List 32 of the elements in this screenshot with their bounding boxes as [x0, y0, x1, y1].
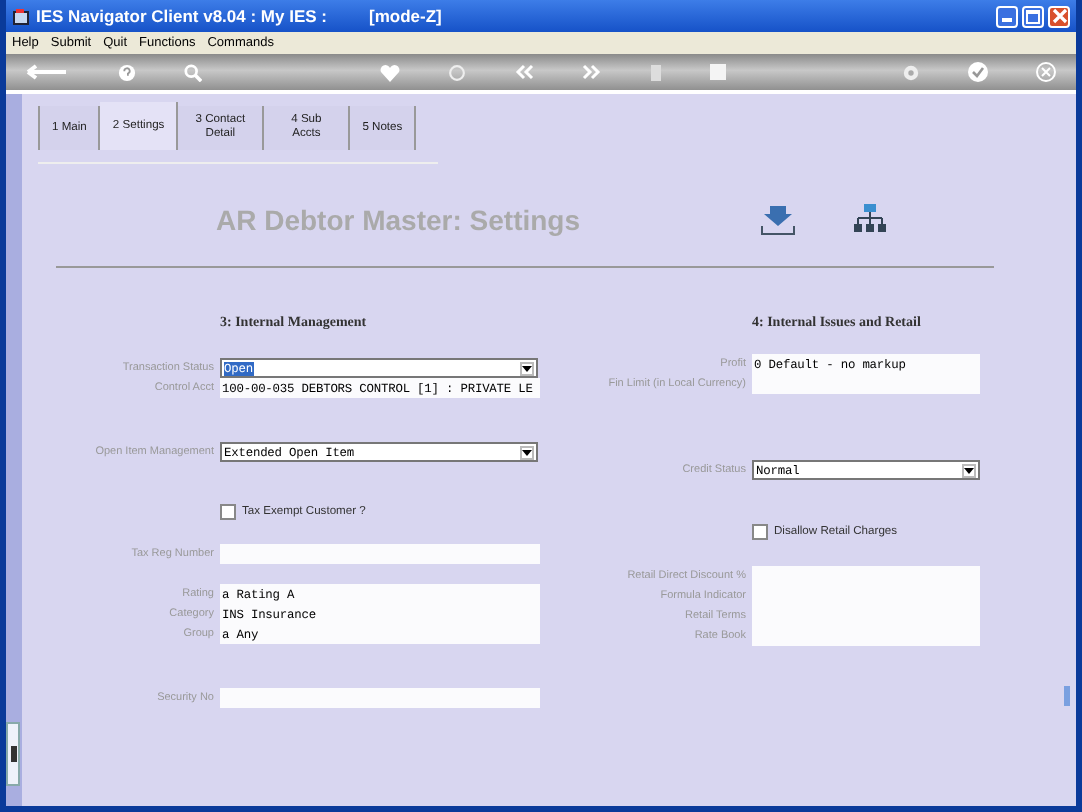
back-arrow-icon[interactable]	[26, 64, 70, 80]
search-icon[interactable]	[184, 63, 202, 81]
page-title: AR Debtor Master: Settings	[216, 204, 583, 236]
tool-icon	[9, 746, 17, 762]
caret-icon	[520, 361, 534, 375]
input-field[interactable]	[220, 688, 540, 708]
window-title: IES Navigator Client v8.04 : My IES :	[36, 6, 327, 26]
check-icon[interactable]	[968, 62, 988, 82]
input-field[interactable]	[220, 544, 540, 564]
input-field[interactable]	[752, 566, 980, 586]
close-icon[interactable]	[1036, 62, 1056, 82]
scrollbar-thumb[interactable]	[1064, 686, 1070, 706]
mode-label: [mode-Z]	[369, 6, 442, 26]
input-field[interactable]	[752, 626, 980, 646]
hierarchy-icon[interactable]	[852, 204, 888, 236]
caret-icon	[962, 463, 976, 477]
square-icon[interactable]	[709, 64, 725, 80]
minimize-icon[interactable]	[996, 5, 1018, 27]
heart-icon[interactable]	[379, 63, 399, 81]
app-icon	[12, 7, 30, 25]
side-panel[interactable]	[6, 722, 20, 786]
download-icon[interactable]	[760, 204, 796, 236]
maximize-icon[interactable]	[1022, 5, 1044, 27]
close-icon[interactable]	[1048, 5, 1070, 27]
refresh-icon[interactable]	[447, 63, 465, 81]
input-field[interactable]	[752, 374, 980, 394]
fast-forward-icon[interactable]	[581, 64, 601, 80]
checkbox[interactable]	[752, 524, 768, 540]
help-icon[interactable]	[118, 63, 136, 81]
caret-icon	[520, 445, 534, 459]
checkbox[interactable]	[220, 504, 236, 520]
rewind-icon[interactable]	[513, 64, 533, 80]
